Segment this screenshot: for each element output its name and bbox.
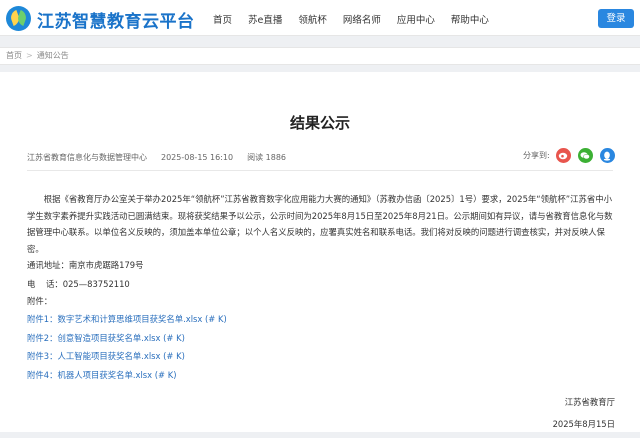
article-body: 根据《省教育厅办公室关于举办2025年“领航杯”江苏省教育数字化应用能力大赛的通… [27, 191, 616, 384]
attachment-link[interactable]: 附件4：机器人项目获奖名单.xlsx (# K) [27, 366, 616, 385]
weibo-icon[interactable] [555, 148, 571, 163]
wechat-icon[interactable] [577, 148, 593, 163]
article-card: 结果公示 江苏省教育信息化与数据管理中心 2025-08-15 16:10 阅读 1… [0, 72, 640, 432]
breadcrumb-home[interactable]: 首页 [6, 51, 22, 60]
login-button[interactable]: 登录 [598, 9, 634, 28]
attachment-link[interactable]: 附件1：数字艺术和计算思维项目获奖名单.xlsx (# K) [27, 310, 616, 329]
view-count: 阅读 1886 [247, 153, 286, 162]
sign-date: 2025年8月15日 [552, 419, 615, 429]
platform-logo-icon[interactable] [6, 6, 31, 31]
share-label: 分享到: [523, 151, 550, 160]
article-meta: 江苏省教育信息化与数据管理中心 2025-08-15 16:10 阅读 1886 [27, 152, 300, 163]
sign-org: 江苏省教育厅 [564, 397, 615, 407]
top-header: 江苏智慧教育云平台 首页 苏e直播 领航杯 网络名师 应用中心 帮助中心 登录 [0, 0, 640, 36]
attachment-link[interactable]: 附件3：人工智能项目获奖名单.xlsx (# K) [27, 347, 616, 366]
share-bar: 分享到: [523, 148, 622, 163]
contact-phone: 电 话：025—83752110 [27, 278, 130, 289]
breadcrumb-separator: > [26, 51, 33, 60]
announcement-paragraph: 根据《省教育厅办公室关于举办2025年“领航杯”江苏省教育数字化应用能力大赛的通… [27, 194, 613, 254]
site-title[interactable]: 江苏智慧教育云平台 [37, 7, 195, 32]
main-nav: 首页 苏e直播 领航杯 网络名师 应用中心 帮助中心 [213, 12, 505, 26]
page-title: 结果公示 [289, 114, 350, 132]
nav-famous-teachers[interactable]: 网络名师 [343, 12, 381, 26]
qq-icon[interactable] [599, 148, 615, 163]
nav-help-center[interactable]: 帮助中心 [451, 12, 489, 26]
publisher: 江苏省教育信息化与数据管理中心 [27, 153, 147, 162]
breadcrumb: 首页 > 通知公告 [0, 47, 640, 65]
nav-home[interactable]: 首页 [213, 12, 232, 26]
signature-block: 江苏省教育厅 2025年8月15日 [553, 394, 615, 438]
nav-linghang-cup[interactable]: 领航杯 [298, 12, 327, 26]
attachments-label: 附件： [27, 296, 53, 306]
breadcrumb-current[interactable]: 通知公告 [37, 51, 69, 60]
meta-divider [27, 170, 613, 171]
publish-date: 2025-08-15 16:10 [161, 153, 234, 162]
attachment-link[interactable]: 附件2：创意智造项目获奖名单.xlsx (# K) [27, 329, 616, 348]
contact-address: 通讯地址：南京市虎踞路179号 [27, 260, 144, 270]
nav-app-center[interactable]: 应用中心 [397, 12, 435, 26]
nav-su-e-live[interactable]: 苏e直播 [248, 12, 282, 26]
